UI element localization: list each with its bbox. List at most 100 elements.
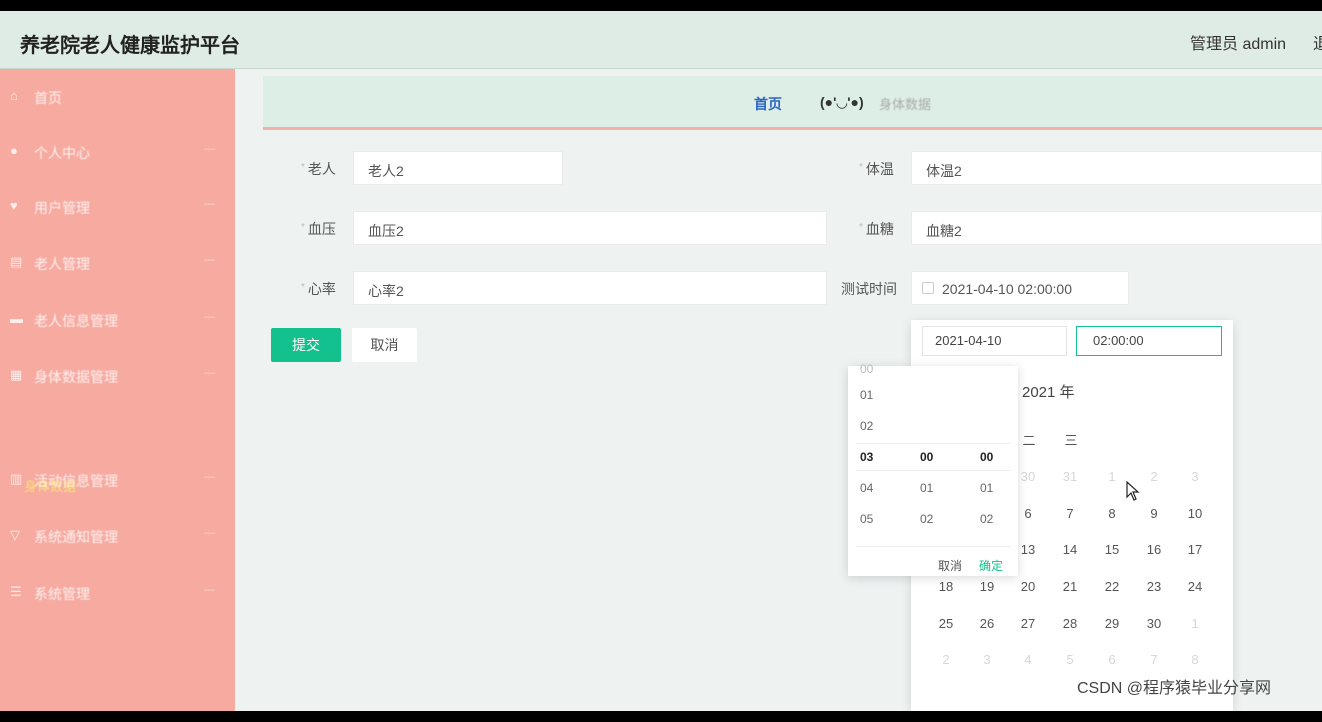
chevron-down-icon: — xyxy=(204,254,215,266)
hour-option[interactable]: 02 xyxy=(860,419,873,433)
sidebar-item-label: 用户管理 xyxy=(34,200,90,216)
calendar-day[interactable]: 29 xyxy=(1097,616,1127,631)
sidebar-item-users[interactable]: ♥ 用户管理 — xyxy=(0,187,235,227)
time-spinner: 00 01 02 03 04 05 00 01 02 00 01 02 取消 确定 xyxy=(848,362,1018,576)
calendar-day[interactable]: 23 xyxy=(1139,579,1169,594)
sidebar-item-system[interactable]: ☰ 系统管理 — xyxy=(0,573,235,613)
user-icon: ● xyxy=(10,143,18,158)
bp-label: * 血压 xyxy=(301,221,336,237)
grid-icon: ▦ xyxy=(10,367,23,382)
calendar-day[interactable]: 18 xyxy=(931,579,961,594)
calendar-day[interactable]: 21 xyxy=(1055,579,1085,594)
breadcrumb-current: 身体数据 xyxy=(879,97,932,112)
calendar-icon xyxy=(922,282,934,294)
calendar-day[interactable]: 26 xyxy=(972,616,1002,631)
chevron-down-icon: — xyxy=(204,584,215,596)
calendar-day[interactable]: 8 xyxy=(1097,506,1127,521)
elder-select[interactable]: 老人2 xyxy=(353,151,563,185)
hour-option[interactable]: 00 xyxy=(860,362,873,376)
breadcrumb-home[interactable]: 首页 xyxy=(754,94,782,114)
logout-link[interactable]: 退 xyxy=(1313,30,1322,54)
time-cancel-button[interactable]: 取消 xyxy=(938,557,962,574)
calendar-day[interactable]: 8 xyxy=(1180,652,1210,667)
sidebar-item-label: 身体数据管理 xyxy=(34,369,118,385)
chevron-down-icon: — xyxy=(204,198,215,210)
calendar-day[interactable]: 14 xyxy=(1055,542,1085,557)
calendar-day[interactable]: 31 xyxy=(1055,469,1085,484)
calendar-day[interactable]: 1 xyxy=(1180,616,1210,631)
chat-icon: ▬ xyxy=(10,311,23,326)
sidebar-item-home[interactable]: ⌂ 首页 xyxy=(0,77,235,117)
calendar-day[interactable]: 19 xyxy=(972,579,1002,594)
temp-field[interactable]: 体温2 xyxy=(911,151,1322,185)
picker-date-input[interactable]: 2021-04-10 xyxy=(922,326,1067,356)
calendar-day[interactable]: 15 xyxy=(1097,542,1127,557)
minute-option[interactable]: 01 xyxy=(920,481,933,495)
calendar-day[interactable]: 30 xyxy=(1139,616,1169,631)
calendar-day[interactable]: 24 xyxy=(1180,579,1210,594)
calendar-day[interactable]: 5 xyxy=(1055,652,1085,667)
hour-option[interactable]: 05 xyxy=(860,512,873,526)
calendar-day[interactable]: 16 xyxy=(1139,542,1169,557)
calendar-day[interactable]: 7 xyxy=(1055,506,1085,521)
calendar-day[interactable]: 3 xyxy=(972,652,1002,667)
chevron-down-icon: — xyxy=(204,527,215,539)
temp-label: * 体温 xyxy=(859,161,894,177)
calendar-day[interactable]: 22 xyxy=(1097,579,1127,594)
calendar-day[interactable]: 27 xyxy=(1013,616,1043,631)
calendar-day[interactable]: 25 xyxy=(931,616,961,631)
picker-time-input[interactable]: 02:00:00 xyxy=(1076,326,1222,356)
top-header: 养老院老人健康监护平台 管理员 admin 退 xyxy=(0,11,1322,69)
calendar-day[interactable]: 17 xyxy=(1180,542,1210,557)
sidebar-item-body-data[interactable]: ▦ 身体数据管理 — xyxy=(0,356,235,396)
calendar-day[interactable]: 28 xyxy=(1055,616,1085,631)
calendar-day[interactable]: 9 xyxy=(1139,506,1169,521)
hour-option[interactable]: 01 xyxy=(860,388,873,402)
sidebar-item-label: 首页 xyxy=(34,90,62,106)
hour-option[interactable]: 03 xyxy=(860,450,873,464)
breadcrumb: 首页 (●'◡'●) 身体数据 xyxy=(263,76,1322,130)
calendar-day[interactable]: 7 xyxy=(1139,652,1169,667)
calendar-day[interactable]: 1 xyxy=(1097,469,1127,484)
submit-button[interactable]: 提交 xyxy=(271,328,341,362)
minute-option[interactable]: 00 xyxy=(920,450,933,464)
mouse-cursor-icon xyxy=(1126,481,1140,501)
calendar-day[interactable]: 2 xyxy=(1139,469,1169,484)
hr-field[interactable]: 心率2 xyxy=(353,271,827,305)
calendar-day[interactable]: 3 xyxy=(1180,469,1210,484)
sidebar-item-elders[interactable]: ▤ 老人管理 — xyxy=(0,243,235,283)
bp-field[interactable]: 血压2 xyxy=(353,211,827,245)
doc-icon: ▤ xyxy=(10,254,23,269)
second-option[interactable]: 02 xyxy=(980,512,993,526)
cancel-button[interactable]: 取消 xyxy=(352,328,417,362)
time-confirm-button[interactable]: 确定 xyxy=(979,557,1003,574)
test-time-input[interactable]: 2021-04-10 02:00:00 xyxy=(911,271,1129,305)
elder-label: * 老人 xyxy=(301,161,336,177)
weekday-header: 二 xyxy=(1022,433,1036,448)
calendar-day[interactable]: 10 xyxy=(1180,506,1210,521)
minute-option[interactable]: 02 xyxy=(920,512,933,526)
sugar-field[interactable]: 血糖2 xyxy=(911,211,1322,245)
chevron-down-icon: — xyxy=(204,311,215,323)
sidebar-item-profile[interactable]: ● 个人中心 — xyxy=(0,132,235,172)
heart-icon: ♥ xyxy=(10,198,18,213)
app-title: 养老院老人健康监护平台 xyxy=(20,35,240,57)
calendar-day[interactable]: 4 xyxy=(1013,652,1043,667)
time-footer-divider xyxy=(856,546,1011,547)
app-window: 养老院老人健康监护平台 管理员 admin 退 ⌂ 首页 ● 个人中心 — ♥ … xyxy=(0,11,1322,711)
calendar-day[interactable]: 2 xyxy=(931,652,961,667)
calendar-day[interactable]: 6 xyxy=(1097,652,1127,667)
sidebar: ⌂ 首页 ● 个人中心 — ♥ 用户管理 — ▤ 老人管理 — ▬ 老人信息管理… xyxy=(0,69,235,711)
test-time-label: 测试时间 xyxy=(841,281,897,297)
sidebar-item-notices[interactable]: ▽ 系统通知管理 — xyxy=(0,516,235,556)
sidebar-item-label: 活动信息管理 xyxy=(34,473,118,489)
time-selected-bottom xyxy=(856,470,1011,471)
calendar-day[interactable]: 20 xyxy=(1013,579,1043,594)
second-option[interactable]: 01 xyxy=(980,481,993,495)
sidebar-item-elder-info[interactable]: ▬ 老人信息管理 — xyxy=(0,300,235,340)
hour-option[interactable]: 04 xyxy=(860,481,873,495)
sugar-label: * 血糖 xyxy=(859,221,894,237)
admin-label[interactable]: 管理员 admin xyxy=(1190,30,1286,54)
sidebar-item-activities[interactable]: ▥ 活动信息管理 — xyxy=(0,460,235,500)
second-option[interactable]: 00 xyxy=(980,450,993,464)
